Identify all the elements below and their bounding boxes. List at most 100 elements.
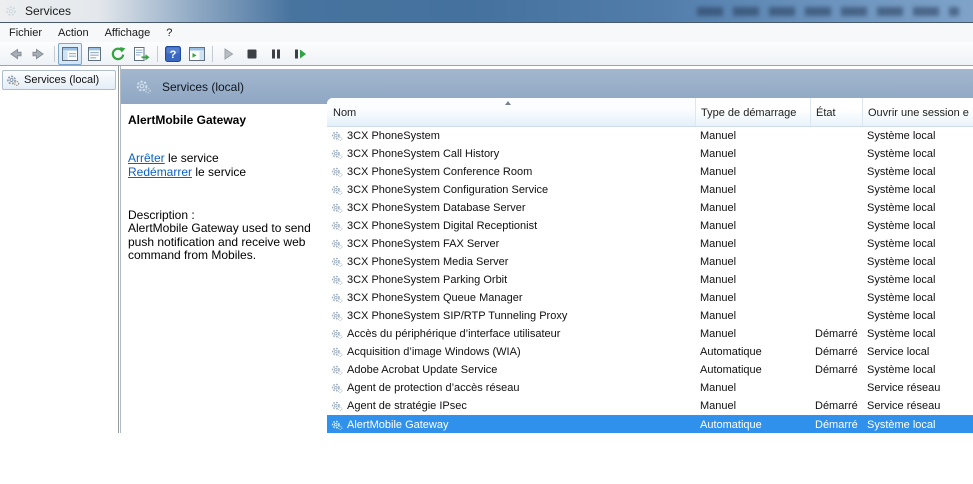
- column-header-type-demarrage[interactable]: Type de démarrage: [695, 98, 810, 126]
- service-name: 3CX PhoneSystem Call History: [347, 148, 499, 160]
- table-row[interactable]: Adobe Acrobat Update ServiceAutomatiqueD…: [327, 361, 973, 379]
- column-header-etat[interactable]: État: [810, 98, 862, 126]
- service-gear-icon: [331, 184, 343, 196]
- menu-help[interactable]: ?: [158, 25, 180, 41]
- service-name: Agent de protection d’accès réseau: [347, 382, 519, 394]
- service-logon-as: Service réseau: [862, 400, 973, 412]
- service-logon-as: Service réseau: [862, 382, 973, 394]
- service-gear-icon: [331, 202, 343, 214]
- window-title: Services: [25, 4, 71, 18]
- service-gear-icon: [331, 256, 343, 268]
- service-logon-as: Système local: [862, 220, 973, 232]
- service-gear-icon: [331, 238, 343, 250]
- service-startup-type: Manuel: [695, 256, 810, 268]
- table-row[interactable]: 3CX PhoneSystem Queue ManagerManuelSystè…: [327, 289, 973, 307]
- service-logon-as: Système local: [862, 310, 973, 322]
- service-startup-type: Manuel: [695, 130, 810, 142]
- export-list-icon[interactable]: [130, 43, 154, 65]
- table-row[interactable]: 3CX PhoneSystem Parking OrbitManuelSystè…: [327, 271, 973, 289]
- table-row[interactable]: 3CX PhoneSystem SIP/RTP Tunneling Proxy M…: [327, 307, 973, 325]
- table-row[interactable]: 3CX PhoneSystem Media ServerManuelSystèm…: [327, 253, 973, 271]
- table-row[interactable]: Accès du périphérique d’interface utilis…: [327, 325, 973, 343]
- table-row[interactable]: 3CX PhoneSystem Digital ReceptionistManu…: [327, 217, 973, 235]
- menu-action[interactable]: Action: [50, 25, 97, 41]
- service-name: 3CX PhoneSystem Database Server: [347, 202, 526, 214]
- service-gear-icon: [331, 419, 343, 431]
- stop-service-line: Arrêter le service: [128, 151, 323, 165]
- table-row[interactable]: 3CX PhoneSystem Configuration ServiceMan…: [327, 181, 973, 199]
- service-name: 3CX PhoneSystem Digital Receptionist: [347, 220, 537, 232]
- service-startup-type: Manuel: [695, 310, 810, 322]
- toolbar: ?: [0, 42, 973, 66]
- refresh-icon[interactable]: [106, 43, 130, 65]
- service-logon-as: Système local: [862, 148, 973, 160]
- service-name: 3CX PhoneSystem Queue Manager: [347, 292, 523, 304]
- table-row[interactable]: Acquisition d’image Windows (WIA) Automat…: [327, 343, 973, 361]
- services-gear-outline-icon: [135, 79, 152, 95]
- back-icon[interactable]: [3, 43, 27, 65]
- table-row[interactable]: 3CX PhoneSystem Call History Manuel Systèm…: [327, 145, 973, 163]
- table-row[interactable]: Agent de protection d’accès réseauManuel…: [327, 379, 973, 397]
- service-gear-icon: [331, 364, 343, 376]
- description-text: AlertMobile Gateway used to send push no…: [128, 222, 324, 263]
- forward-icon[interactable]: [27, 43, 51, 65]
- service-state: Démarré: [810, 364, 862, 376]
- service-name: Acquisition d’image Windows (WIA): [347, 346, 521, 358]
- service-gear-icon: [331, 310, 343, 322]
- service-name: 3CX PhoneSystem SIP/RTP Tunneling Proxy: [347, 310, 567, 322]
- pause-service-icon[interactable]: [264, 43, 288, 65]
- table-row[interactable]: Agent de stratégie IPsecManuelDémarréSer…: [327, 397, 973, 415]
- console-tree-panel: Services (local): [0, 66, 119, 433]
- restart-service-link[interactable]: Redémarrer: [128, 165, 192, 179]
- show-action-pane-icon[interactable]: [185, 43, 209, 65]
- sidebar-item-services-local[interactable]: Services (local): [2, 70, 116, 90]
- content-header-title: Services (local): [162, 80, 244, 94]
- menu-affichage[interactable]: Affichage: [97, 25, 159, 41]
- service-startup-type: Manuel: [695, 202, 810, 214]
- titlebar[interactable]: Services: [0, 0, 973, 23]
- service-name: 3CX PhoneSystem FAX Server: [347, 238, 499, 250]
- service-state: Démarré: [810, 328, 862, 340]
- column-header-nom[interactable]: Nom: [327, 98, 695, 126]
- services-list-panel: Nom Type de démarrage État Ouvrir une se…: [327, 98, 973, 433]
- service-name: Agent de stratégie IPsec: [347, 400, 467, 412]
- show-console-tree-icon[interactable]: [58, 43, 82, 65]
- table-row[interactable]: 3CX PhoneSystem FAX ServerManuelSystème …: [327, 235, 973, 253]
- stop-service-icon[interactable]: [240, 43, 264, 65]
- service-startup-type: Manuel: [695, 328, 810, 340]
- blurred-background-text: [697, 7, 959, 16]
- service-name: Adobe Acrobat Update Service: [347, 364, 497, 376]
- restart-service-icon[interactable]: [288, 43, 312, 65]
- service-logon-as: Système local: [862, 202, 973, 214]
- services-gears-icon: [6, 74, 20, 87]
- table-row[interactable]: 3CX PhoneSystem Database Server Manuel Sys…: [327, 199, 973, 217]
- table-row[interactable]: AlertMobile GatewayAutomatiqueDémarréSys…: [327, 415, 973, 433]
- menu-fichier[interactable]: Fichier: [1, 25, 50, 41]
- service-gear-icon: [331, 130, 343, 142]
- service-gear-icon: [331, 292, 343, 304]
- service-state: Démarré: [810, 346, 862, 358]
- service-name: AlertMobile Gateway: [347, 419, 449, 431]
- service-logon-as: Service local: [862, 346, 973, 358]
- service-gear-icon: [331, 166, 343, 178]
- table-row[interactable]: 3CX PhoneSystem Manuel Système local: [327, 127, 973, 145]
- tree-item-label: Services (local): [24, 74, 99, 86]
- stop-service-link[interactable]: Arrêter: [128, 151, 165, 165]
- service-startup-type: Automatique: [695, 346, 810, 358]
- service-startup-type: Manuel: [695, 148, 810, 160]
- column-header-ouvrir-session[interactable]: Ouvrir une session e: [862, 98, 973, 126]
- start-service-icon[interactable]: [216, 43, 240, 65]
- service-startup-type: Manuel: [695, 400, 810, 412]
- service-gear-icon: [331, 220, 343, 232]
- service-logon-as: Système local: [862, 130, 973, 142]
- properties-icon[interactable]: [82, 43, 106, 65]
- service-logon-as: Système local: [862, 166, 973, 178]
- help-icon[interactable]: ?: [161, 43, 185, 65]
- table-row[interactable]: 3CX PhoneSystem Conference RoomManuelSys…: [327, 163, 973, 181]
- toolbar-separator: [157, 46, 158, 62]
- service-name: 3CX PhoneSystem: [347, 130, 440, 142]
- service-name: Accès du périphérique d’interface utilis…: [347, 328, 560, 340]
- menubar: Fichier Action Affichage ?: [0, 23, 973, 43]
- detail-panel: AlertMobile Gateway Arrêter le service R…: [121, 104, 327, 433]
- service-gear-icon: [331, 346, 343, 358]
